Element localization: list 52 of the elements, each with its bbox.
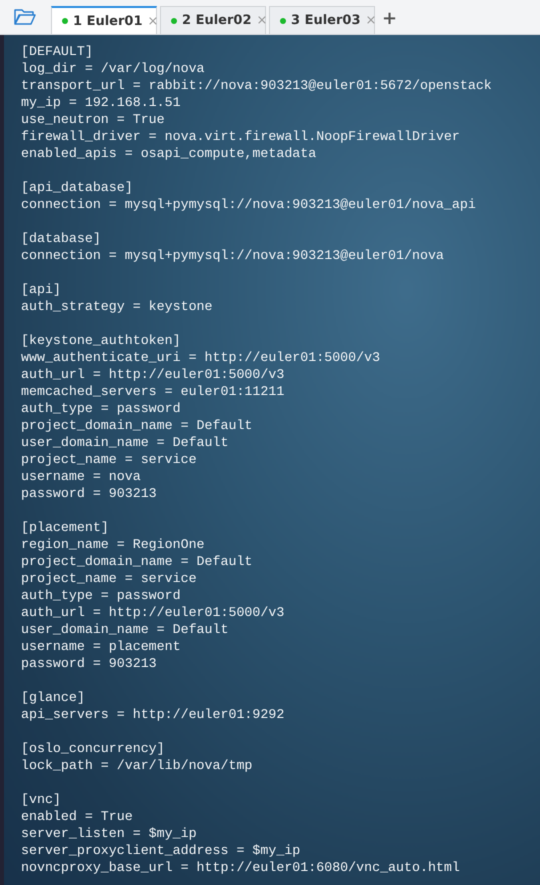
config-line: www_authenticate_uri = http://euler01:5000/v3 bbox=[21, 349, 382, 366]
section-header: [placement] bbox=[21, 519, 110, 536]
config-line: region_name = RegionOne bbox=[21, 536, 206, 553]
config-line: user_domain_name = Default bbox=[21, 621, 230, 638]
config-line: project_domain_name = Default bbox=[21, 417, 254, 434]
config-line: log_dir = /var/log/nova bbox=[21, 60, 206, 77]
config-line: enabled_apis = osapi_compute,metadata bbox=[21, 145, 318, 162]
config-line: auth_type = password bbox=[21, 400, 182, 417]
status-dot-icon bbox=[280, 18, 286, 24]
status-dot-icon bbox=[171, 18, 177, 24]
config-line: connection = mysql+pymysql://nova:903213@euler01/nova_api bbox=[21, 196, 477, 213]
config-line: lock_path = /var/lib/nova/tmp bbox=[21, 757, 254, 774]
config-line: enabled = True bbox=[21, 808, 134, 825]
terminal-tab[interactable]: 1 Euler01 × bbox=[51, 6, 157, 34]
section-header: [glance] bbox=[21, 689, 86, 706]
config-line: auth_type = password bbox=[21, 587, 182, 604]
config-line: project_domain_name = Default bbox=[21, 553, 254, 570]
folder-icon[interactable] bbox=[14, 8, 36, 26]
tab-label: 3 Euler03 bbox=[291, 13, 360, 28]
config-line: my_ip = 192.168.1.51 bbox=[21, 94, 182, 111]
config-line: project_name = service bbox=[21, 570, 198, 587]
section-header: [api_database] bbox=[21, 179, 134, 196]
new-tab-button[interactable]: + bbox=[382, 8, 398, 29]
section-header: [vnc] bbox=[21, 791, 62, 808]
section-header: [DEFAULT] bbox=[21, 43, 94, 60]
config-line: user_domain_name = Default bbox=[21, 434, 230, 451]
config-line: auth_url = http://euler01:5000/v3 bbox=[21, 604, 286, 621]
config-line: use_neutron = True bbox=[21, 111, 166, 128]
config-line: api_servers = http://euler01:9292 bbox=[21, 706, 286, 723]
section-header: [database] bbox=[21, 230, 102, 247]
config-line: auth_url = http://euler01:5000/v3 bbox=[21, 366, 286, 383]
terminal-tab[interactable]: 2 Euler02 × bbox=[160, 6, 266, 34]
section-header: [oslo_concurrency] bbox=[21, 740, 166, 757]
config-line: auth_strategy = keystone bbox=[21, 298, 214, 315]
section-header: [api] bbox=[21, 281, 62, 298]
config-line: password = 903213 bbox=[21, 485, 158, 502]
config-line: server_listen = $my_ip bbox=[21, 825, 198, 842]
status-dot-icon bbox=[62, 18, 68, 24]
tab-label: 1 Euler01 bbox=[73, 14, 142, 28]
config-line: transport_url = rabbit://nova:903213@euler01:5672/openstack bbox=[21, 77, 493, 94]
config-line: connection = mysql+pymysql://nova:903213@euler01/nova bbox=[21, 247, 445, 264]
config-line: novncproxy_base_url = http://euler01:6080/vnc_auto.html bbox=[21, 859, 461, 876]
section-header: [keystone_authtoken] bbox=[21, 332, 182, 349]
config-line: memcached_servers = euler01:11211 bbox=[21, 383, 286, 400]
config-line: project_name = service bbox=[21, 451, 198, 468]
config-line: firewall_driver = nova.virt.firewall.NoopFirewallDriver bbox=[21, 128, 461, 145]
config-line: username = nova bbox=[21, 468, 142, 485]
config-line: server_proxyclient_address = $my_ip bbox=[21, 842, 302, 859]
config-line: password = 903213 bbox=[21, 655, 158, 672]
config-line: username = placement bbox=[21, 638, 182, 655]
terminal-tab[interactable]: 3 Euler03 × bbox=[269, 6, 375, 34]
tab-label: 2 Euler02 bbox=[182, 13, 252, 28]
